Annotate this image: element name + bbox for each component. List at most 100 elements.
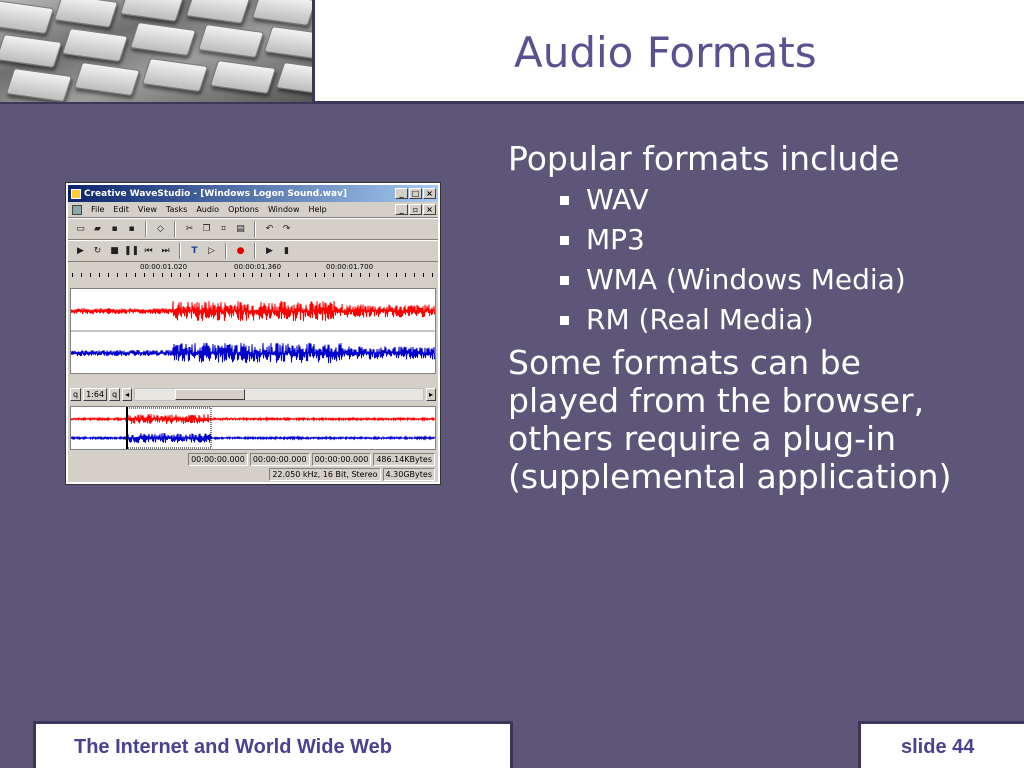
ruler-tick: [279, 273, 280, 277]
marker-icon: T: [191, 246, 198, 256]
menu-options: Options: [228, 205, 259, 214]
bullet-icon: [560, 316, 569, 325]
cut-icon: ✂: [185, 224, 194, 234]
ruler-tick: [396, 273, 397, 277]
format-wav: WAV: [586, 183, 649, 216]
list-item: MP3: [560, 224, 978, 256]
ruler-tick: [378, 273, 379, 277]
ruler-tick: [126, 273, 127, 277]
ruler-tick: [216, 273, 217, 277]
ruler-tick: [189, 273, 190, 277]
ruler-tick: [180, 273, 181, 277]
bullet-icon: [560, 236, 569, 245]
ruler-tick: [144, 273, 145, 277]
ruler-tick: [306, 273, 307, 277]
ruler-tick: [162, 273, 163, 277]
paste-icon: ▤: [236, 224, 245, 234]
ruler-tick: [153, 273, 154, 277]
format-rm: RM (Real Media): [586, 303, 814, 336]
ruler-tick: [351, 273, 352, 277]
ruler-tick: [252, 273, 253, 277]
wavestudio-screenshot: Creative WaveStudio - [Windows Logon Sou…: [65, 182, 441, 485]
status-free-space: 4.30GBytes: [382, 468, 435, 481]
ruler-tick: [72, 273, 73, 277]
format-list: WAV MP3 WMA (Windows Media) RM (Real Med…: [560, 184, 978, 336]
bullet-icon: [560, 276, 569, 285]
app-titlebar: Creative WaveStudio - [Windows Logon Sou…: [68, 185, 438, 202]
ruler-tick: [324, 273, 325, 277]
waveform-svg: [70, 300, 435, 364]
app-icon: [71, 188, 81, 199]
ruler-tick: [405, 273, 406, 277]
ruler-tick: [198, 273, 199, 277]
stop-icon: ■: [110, 246, 119, 256]
header-divider: [312, 0, 315, 104]
ruler-tick: [387, 273, 388, 277]
ruler-tick: [234, 273, 235, 277]
ruler-tick: [423, 273, 424, 277]
play-selection-icon: ▶: [266, 246, 273, 256]
time-ruler: 00:00:01.020 00:00:01.360 00:00:01.700: [68, 262, 438, 278]
ruler-tick: [117, 273, 118, 277]
ruler-label: 00:00:01.700: [326, 263, 374, 271]
scroll-left-icon: ◂: [122, 387, 133, 401]
app-menubar: File Edit View Tasks Audio Options Windo…: [68, 202, 438, 218]
redo-icon: ↷: [282, 224, 291, 234]
doc-minimize-icon: _: [395, 204, 408, 215]
ruler-tick: [315, 273, 316, 277]
ruler-label: 00:00:01.360: [234, 263, 282, 271]
bullet-icon: [560, 196, 569, 205]
ruler-tick: [414, 273, 415, 277]
status-times: 00:00:00.000 00:00:00.000 00:00:00.000 4…: [188, 453, 435, 466]
ruler-tick: [243, 273, 244, 277]
menu-edit: Edit: [113, 205, 129, 214]
list-item: RM (Real Media): [560, 304, 978, 336]
intro-text: Popular formats include: [508, 139, 900, 178]
footer-slide-number: slide 44: [858, 721, 1024, 768]
properties-icon: ◇: [157, 224, 164, 234]
ruler-tick: [342, 273, 343, 277]
ruler-tick: [360, 273, 361, 277]
slide-header: Audio Formats: [0, 0, 1024, 104]
doc-restore-icon: ▫: [409, 204, 422, 215]
ruler-tick: [333, 273, 334, 277]
record-icon: ●: [236, 246, 245, 256]
ruler-tick: [99, 273, 100, 277]
close-icon: ×: [423, 188, 436, 199]
footer-course: The Internet and World Wide Web: [33, 721, 513, 768]
ruler-tick: [135, 273, 136, 277]
transport-toolbar: ▶ ↻ ■ ❚❚ ⏮ ⏭ T ▷ ● ▶ ▮: [68, 240, 438, 262]
minimize-icon: _: [395, 188, 408, 199]
ruler-tick: [171, 273, 172, 277]
ruler-tick: [432, 273, 433, 277]
format-mp3: MP3: [586, 223, 645, 256]
list-item: WAV: [560, 184, 978, 216]
slide-title: Audio Formats: [514, 28, 817, 77]
status-start-time: 00:00:00.000: [249, 453, 310, 466]
open-folder-icon: ▰: [94, 224, 101, 234]
ruler-tick: [207, 273, 208, 277]
zoom-out-icon: q: [70, 387, 82, 401]
keyboard-image: [0, 0, 312, 102]
list-item: WMA (Windows Media): [560, 264, 978, 296]
save-icon: ▪: [111, 224, 118, 234]
overview-svg: [70, 407, 435, 449]
zoom-in-icon: q: [109, 387, 121, 401]
overview-pane: [70, 406, 436, 450]
menu-file: File: [91, 205, 105, 214]
zoom-scroll-row: q 1:64 q ◂ ▸: [70, 386, 436, 402]
ruler-tick: [369, 273, 370, 277]
undo-icon: ↶: [265, 224, 274, 234]
slide-number: slide 44: [901, 736, 975, 758]
status-file-size: 486.14KBytes: [373, 453, 435, 466]
maximize-icon: □: [409, 188, 422, 199]
pause-icon: ❚❚: [123, 246, 140, 256]
loop-play-icon: ↻: [93, 246, 102, 256]
ruler-tick: [261, 273, 262, 277]
crop-icon: ⌗: [220, 224, 227, 234]
scroll-right-icon: ▸: [425, 387, 436, 401]
menu-audio: Audio: [196, 205, 220, 214]
new-file-icon: ▭: [76, 224, 85, 234]
copy-icon: ❐: [202, 224, 211, 234]
ruler-label: 00:00:01.020: [140, 263, 188, 271]
